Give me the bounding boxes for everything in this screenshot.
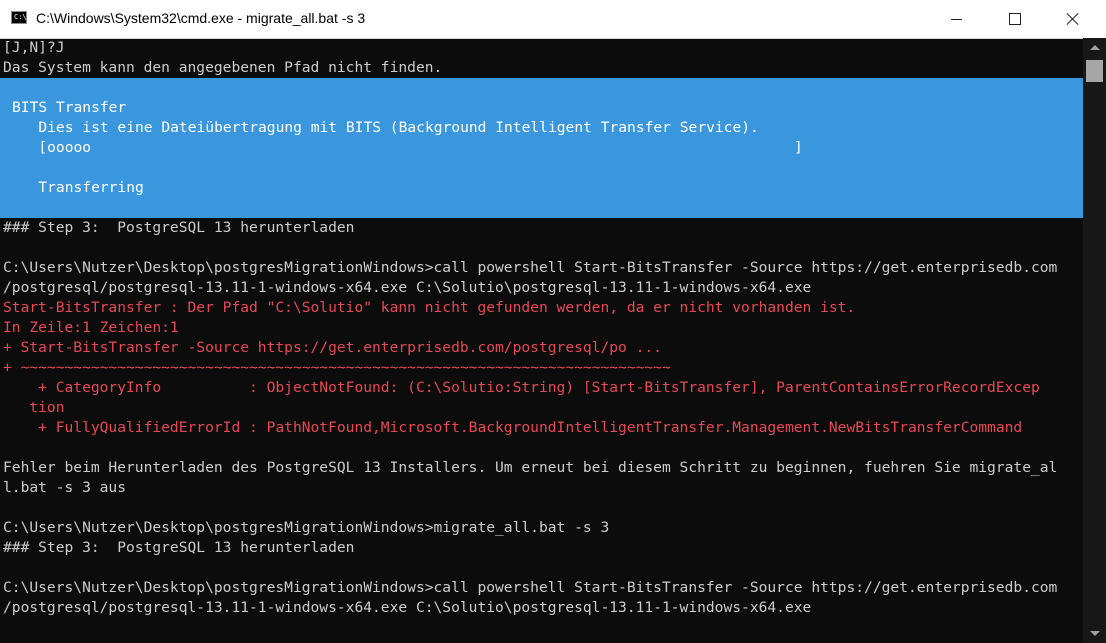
- maximize-icon: [1009, 13, 1021, 25]
- console-line: C:\Users\Nutzer\Desktop\postgresMigratio…: [3, 259, 1058, 276]
- cmd-icon[interactable]: C:\: [11, 11, 27, 24]
- minimize-icon: [951, 19, 962, 20]
- console-error-line: + FullyQualifiedErrorId : PathNotFound,M…: [3, 419, 1023, 436]
- console-line: C:\Users\Nutzer\Desktop\postgresMigratio…: [3, 579, 1058, 596]
- scroll-down-arrow-icon[interactable]: [1090, 631, 1100, 636]
- scroll-up-arrow-icon[interactable]: [1090, 45, 1100, 50]
- console-error-line: + ~~~~~~~~~~~~~~~~~~~~~~~~~~~~~~~~~~~~~~…: [3, 359, 671, 376]
- console-line: C:\Users\Nutzer\Desktop\postgresMigratio…: [3, 519, 610, 536]
- console-error-line: In Zeile:1 Zeichen:1: [3, 319, 179, 336]
- close-button[interactable]: [1044, 0, 1102, 38]
- console-line: Fehler beim Herunterladen des PostgreSQL…: [3, 459, 1058, 476]
- console-line: /postgresql/postgresql-13.11-1-windows-x…: [3, 279, 812, 296]
- console-error-line: tion: [3, 399, 65, 416]
- progress-status: Transferring: [12, 179, 144, 196]
- progress-bar: [ooooo ]: [12, 139, 803, 156]
- bits-progress-panel: BITS Transfer Dies ist eine Dateiübertra…: [0, 78, 1083, 218]
- maximize-button[interactable]: [986, 0, 1044, 38]
- minimize-button[interactable]: [928, 0, 986, 38]
- vertical-scrollbar[interactable]: [1083, 38, 1106, 643]
- console-error-line: + CategoryInfo : ObjectNotFound: (C:\Sol…: [3, 379, 1040, 396]
- window-title: C:\Windows\System32\cmd.exe - migrate_al…: [36, 10, 366, 26]
- console-line: /postgresql/postgresql-13.11-1-windows-x…: [3, 599, 812, 616]
- console-line: ### Step 3: PostgreSQL 13 herunterladen: [3, 539, 355, 556]
- console-line: [J,N]?J: [3, 39, 65, 56]
- progress-heading: BITS Transfer: [12, 99, 127, 116]
- console-line: Das System kann den angegebenen Pfad nic…: [3, 59, 443, 76]
- progress-description: Dies ist eine Dateiübertragung mit BITS …: [12, 119, 759, 136]
- title-bar[interactable]: C:\ C:\Windows\System32\cmd.exe - migrat…: [0, 0, 1106, 39]
- console-error-line: Start-BitsTransfer : Der Pfad "C:\Soluti…: [3, 299, 856, 316]
- console-line: l.bat -s 3 aus: [3, 479, 127, 496]
- console-output[interactable]: [J,N]?J Das System kann den angegebenen …: [0, 38, 1083, 643]
- scrollbar-thumb[interactable]: [1086, 60, 1103, 82]
- cmd-icon-label: C:\: [14, 13, 27, 21]
- console-line: ### Step 3: PostgreSQL 13 herunterladen: [3, 219, 355, 236]
- console-error-line: + Start-BitsTransfer -Source https://get…: [3, 339, 662, 356]
